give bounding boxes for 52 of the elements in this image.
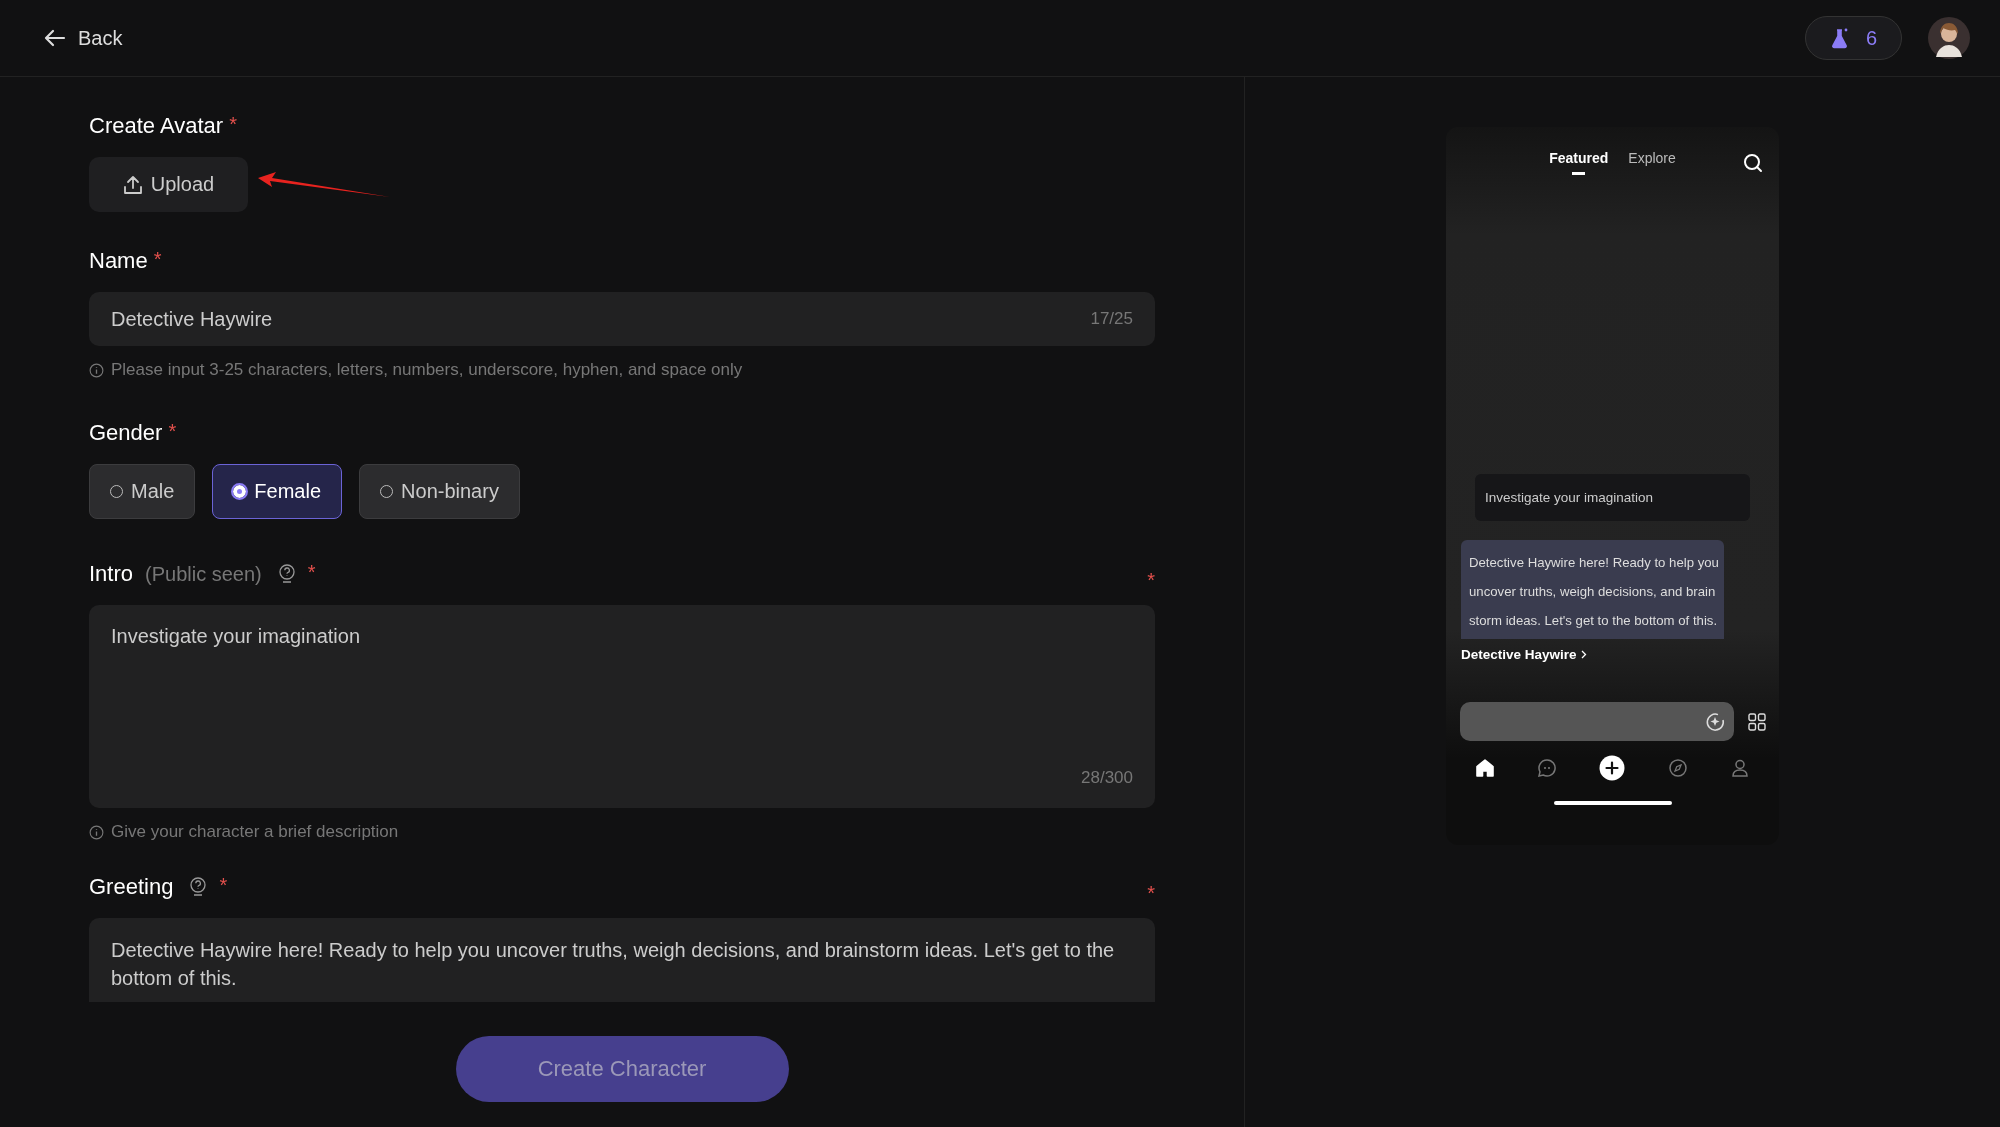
field-label: Gender [89,420,163,446]
grid-icon[interactable] [1747,712,1766,731]
field-label: Intro [89,561,134,587]
intro-text-area[interactable]: Investigate your imagination 28/300 [89,605,1155,808]
credits-badge[interactable]: 6 [1804,16,1902,60]
gender-option[interactable]: Non-binary [359,464,520,519]
sparkle-icon[interactable] [1705,711,1726,732]
greeting-text-area[interactable]: Detective Haywire here! Ready to help you uncover truths, weigh decisions, and brainstorm ideas. Let's get to the bottom of this. [89,918,1155,1002]
gender-option[interactable]: Male [89,464,196,519]
chat-icon[interactable] [1537,758,1558,778]
info-icon [89,362,104,378]
user-avatar[interactable] [1928,17,1970,59]
help-icon[interactable] [189,877,208,897]
flask-icon [1829,27,1850,49]
home-icon[interactable] [1475,758,1496,778]
field-label: Create Avatar [89,113,224,139]
upload-icon [122,174,143,195]
preview-tab[interactable]: Explore [1628,149,1676,175]
plus-icon[interactable] [1599,755,1626,781]
field-label: Name [89,248,148,274]
compass-icon[interactable] [1667,758,1688,778]
arrow-left-icon [44,29,66,47]
required-mark: * [307,561,316,584]
required-mark: * [219,874,228,897]
required-mark: * [1147,882,1155,905]
character-counter: 17/25 [1090,309,1133,329]
info-icon [89,824,104,840]
name-input-field[interactable]: Detective Haywire 17/25 [89,292,1155,346]
search-icon[interactable] [1743,153,1763,173]
required-mark: * [168,420,177,443]
bot-message: Detective Haywire here! Ready to help you uncover truths, weigh decisions, and brainstorm ideas. Let's get to the bottom of this. [1461,540,1724,639]
person-icon[interactable] [1729,758,1750,778]
required-mark: * [1147,569,1155,592]
user-message: Investigate your imagination [1475,474,1750,521]
field-value: Investigate your imagination [111,625,362,648]
character-name[interactable]: Detective Haywire [1461,647,1577,662]
character-counter: 28/300 [1081,768,1133,788]
back-button[interactable]: Back [44,26,123,50]
message-input-field[interactable] [1459,702,1734,741]
required-mark: * [229,113,237,136]
required-mark: * [153,248,162,271]
field-note: (Public seen) [145,562,262,586]
help-icon[interactable] [277,564,296,584]
hint-text: Please input 3-25 characters, letters, numbers, underscore, hyphen, and space only [111,360,743,380]
field-value: Detective Haywire [111,307,273,331]
upload-button[interactable]: Upload [89,157,248,212]
field-value: Detective Haywire here! Ready to help you uncover truths, weigh decisions, and brainstorm ideas. Let's get to the bottom of this. [111,939,1115,989]
preview-tab[interactable]: Featured [1549,149,1609,175]
gender-option[interactable]: Female [212,464,343,519]
hint-text: Give your character a brief description [111,822,399,842]
field-label: Greeting [89,874,174,900]
chevron-right-icon [1580,650,1587,659]
